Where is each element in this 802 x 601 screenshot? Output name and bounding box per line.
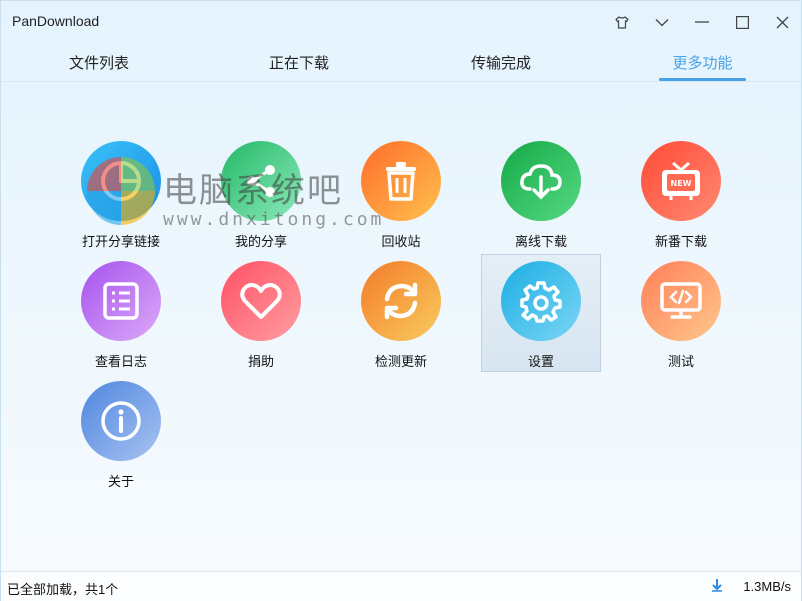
status-text: 已全部加载，共1个	[7, 582, 119, 597]
trash-icon	[386, 162, 416, 201]
check-update-icon-circle	[361, 261, 441, 341]
title-bar: PanDownload	[1, 1, 801, 43]
tab-file-list[interactable]: 文件列表	[39, 43, 159, 81]
recycle-bin-button[interactable]: 回收站	[341, 135, 461, 253]
app-window: PanDownload 文件列表 正在下载 传输完成 更多功能 打开分享链接 我…	[0, 0, 802, 601]
offline-download-button[interactable]: 离线下载	[481, 135, 601, 253]
feature-grid: 打开分享链接 我的分享 回收站 离线下载 NEW 新番下载 查看日志 捐助 检测…	[1, 81, 801, 561]
app-title: PanDownload	[12, 13, 100, 29]
test-button[interactable]: 测试	[621, 255, 741, 373]
feature-label: 测试	[667, 354, 694, 369]
settings-button[interactable]: 设置	[481, 254, 601, 372]
tab-downloading[interactable]: 正在下载	[239, 43, 359, 81]
minimize-icon[interactable]	[689, 9, 715, 35]
close-icon[interactable]	[769, 9, 795, 35]
my-shares-button[interactable]: 我的分享	[201, 135, 321, 253]
feature-label: 新番下载	[654, 234, 707, 249]
tab-completed[interactable]: 传输完成	[441, 43, 561, 81]
view-log-icon-circle	[81, 261, 161, 341]
view-log-button[interactable]: 查看日志	[61, 255, 181, 373]
donate-button[interactable]: 捐助	[201, 255, 321, 373]
tab-more-features[interactable]: 更多功能	[659, 43, 746, 81]
open-share-link-button[interactable]: 打开分享链接	[61, 135, 181, 253]
feature-label: 回收站	[381, 234, 421, 249]
heart-icon	[240, 283, 282, 319]
tab-bar: 文件列表 正在下载 传输完成 更多功能	[1, 43, 801, 82]
refresh-icon	[384, 282, 418, 320]
feature-label: 查看日志	[94, 354, 147, 369]
feature-label: 打开分享链接	[81, 234, 160, 249]
recycle-bin-icon-circle	[361, 141, 441, 221]
log-list-icon	[103, 282, 139, 320]
donate-icon-circle	[221, 261, 301, 341]
cloud-download-icon	[520, 164, 562, 200]
feature-label: 捐助	[247, 354, 274, 369]
download-arrow-icon	[712, 579, 722, 592]
anime-download-button[interactable]: NEW 新番下载	[621, 135, 741, 253]
my-shares-icon-circle	[221, 141, 301, 221]
about-icon-circle	[81, 381, 161, 461]
open-share-link-icon-circle	[81, 141, 161, 221]
chevron-down-icon[interactable]	[649, 9, 675, 35]
skin-shirt-icon[interactable]	[609, 9, 635, 35]
feature-label: 我的分享	[234, 234, 287, 249]
pie-chart-icon	[101, 161, 141, 201]
about-button[interactable]: 关于	[61, 375, 181, 493]
code-monitor-icon	[660, 282, 702, 319]
offline-download-icon-circle	[501, 141, 581, 221]
check-update-button[interactable]: 检测更新	[341, 255, 461, 373]
download-speed: 1.3MB/s	[743, 579, 791, 594]
tv-new-icon: NEW	[662, 161, 700, 200]
feature-label: 关于	[107, 474, 134, 489]
test-icon-circle	[641, 261, 721, 341]
feature-label: 设置	[527, 354, 554, 369]
maximize-icon[interactable]	[729, 9, 755, 35]
feature-label: 离线下载	[514, 234, 567, 249]
feature-label: 检测更新	[374, 354, 427, 369]
status-bar: 已全部加载，共1个 1.3MB/s	[1, 571, 801, 601]
svg-text:NEW: NEW	[671, 179, 692, 188]
gear-icon	[520, 281, 562, 323]
share-icon	[247, 165, 275, 197]
settings-icon-circle	[501, 261, 581, 341]
info-icon	[101, 401, 141, 441]
anime-download-icon-circle: NEW	[641, 141, 721, 221]
